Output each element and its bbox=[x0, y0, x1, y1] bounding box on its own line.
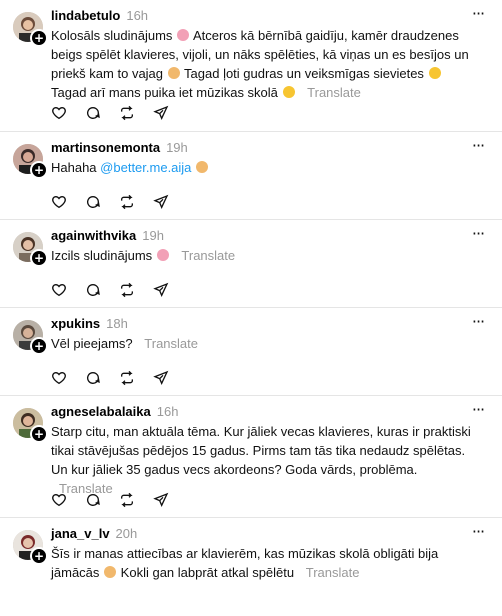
heart-icon[interactable] bbox=[51, 192, 85, 212]
repost-icon[interactable] bbox=[119, 280, 153, 300]
more-options-icon[interactable]: ··· bbox=[468, 226, 488, 244]
heart-icon[interactable] bbox=[51, 490, 85, 510]
comment-icon[interactable] bbox=[85, 103, 119, 123]
username[interactable]: jana_v_lv bbox=[51, 526, 110, 541]
avatar[interactable]: + bbox=[13, 232, 48, 267]
avatar[interactable]: + bbox=[13, 144, 48, 179]
post-text: Šīs ir manas attiecības ar klavierēm, ka… bbox=[51, 546, 439, 580]
post-header: lindabetulo 16h bbox=[51, 8, 148, 23]
reply-post: + xpukins 18h ··· Vēl pieejams? Translate bbox=[0, 308, 502, 396]
repost-icon[interactable] bbox=[119, 368, 153, 388]
repost-icon[interactable] bbox=[119, 103, 153, 123]
reply-post: + agneselabalaika 16h ··· Starp citu, man… bbox=[0, 396, 502, 518]
follow-plus-icon[interactable]: + bbox=[30, 29, 48, 47]
reply-post: + againwithvika 19h ··· Izcils sludinājum… bbox=[0, 220, 502, 308]
post-actions bbox=[51, 490, 187, 510]
repost-icon[interactable] bbox=[119, 490, 153, 510]
reply-post: + lindabetulo 16h ··· Kolosāls sludinājum… bbox=[0, 0, 502, 132]
send-icon[interactable] bbox=[153, 490, 187, 510]
post-actions bbox=[51, 280, 187, 300]
comment-icon[interactable] bbox=[85, 280, 119, 300]
grimacing-emoji-icon bbox=[104, 566, 117, 578]
timestamp[interactable]: 16h bbox=[157, 404, 179, 419]
follow-plus-icon[interactable]: + bbox=[30, 337, 48, 355]
username[interactable]: lindabetulo bbox=[51, 8, 120, 23]
post-actions bbox=[51, 192, 187, 212]
avatar[interactable]: + bbox=[13, 530, 48, 565]
timestamp[interactable]: 19h bbox=[142, 228, 164, 243]
post-actions bbox=[51, 368, 187, 388]
avatar[interactable]: + bbox=[13, 320, 48, 355]
send-icon[interactable] bbox=[153, 368, 187, 388]
post-header: againwithvika 19h bbox=[51, 228, 164, 243]
smiling-emoji-icon bbox=[428, 67, 441, 79]
follow-plus-icon[interactable]: + bbox=[30, 547, 48, 565]
send-icon[interactable] bbox=[153, 192, 187, 212]
smiling-emoji-icon bbox=[282, 86, 295, 98]
post-text: Kolosāls sludinājums Atceros kā bērnībā … bbox=[51, 28, 469, 100]
translate-link[interactable]: Translate bbox=[181, 248, 235, 263]
more-options-icon[interactable]: ··· bbox=[468, 138, 488, 156]
username[interactable]: xpukins bbox=[51, 316, 100, 331]
post-text: Izcils sludinājums Translate bbox=[51, 248, 236, 263]
post-header: xpukins 18h bbox=[51, 316, 128, 331]
mention-link[interactable]: @better.me.aija bbox=[100, 160, 191, 175]
heart-icon[interactable] bbox=[51, 368, 85, 388]
avatar[interactable]: + bbox=[13, 12, 48, 47]
username[interactable]: agneselabalaika bbox=[51, 404, 151, 419]
laughing-emoji-icon bbox=[177, 29, 190, 41]
grinning-emoji-icon bbox=[167, 67, 180, 79]
send-icon[interactable] bbox=[153, 280, 187, 300]
translate-link[interactable]: Translate bbox=[307, 85, 361, 100]
more-options-icon[interactable]: ··· bbox=[468, 402, 488, 420]
reply-post: + martinsonemonta 19h ··· Hahaha @better.… bbox=[0, 132, 502, 220]
timestamp[interactable]: 19h bbox=[166, 140, 188, 155]
timestamp[interactable]: 20h bbox=[116, 526, 138, 541]
repost-icon[interactable] bbox=[119, 192, 153, 212]
username[interactable]: againwithvika bbox=[51, 228, 136, 243]
translate-link[interactable]: Translate bbox=[144, 336, 198, 351]
comment-icon[interactable] bbox=[85, 192, 119, 212]
timestamp[interactable]: 16h bbox=[126, 8, 148, 23]
post-text: Vēl pieejams? Translate bbox=[51, 336, 198, 351]
replies-feed: + lindabetulo 16h ··· Kolosāls sludinājum… bbox=[0, 0, 502, 611]
timestamp[interactable]: 18h bbox=[106, 316, 128, 331]
post-header: martinsonemonta 19h bbox=[51, 140, 188, 155]
follow-plus-icon[interactable]: + bbox=[30, 161, 48, 179]
post-text: Hahaha @better.me.aija bbox=[51, 158, 480, 177]
reply-post: + jana_v_lv 20h ··· Šīs ir manas attiecīb… bbox=[0, 518, 502, 616]
heart-icon[interactable] bbox=[51, 280, 85, 300]
follow-plus-icon[interactable]: + bbox=[30, 425, 48, 443]
post-actions bbox=[51, 103, 187, 123]
username[interactable]: martinsonemonta bbox=[51, 140, 160, 155]
avatar[interactable]: + bbox=[13, 408, 48, 443]
more-options-icon[interactable]: ··· bbox=[468, 6, 488, 24]
post-header: agneselabalaika 16h bbox=[51, 404, 178, 419]
more-options-icon[interactable]: ··· bbox=[468, 524, 488, 542]
laughing-emoji-icon bbox=[196, 161, 209, 173]
post-header: jana_v_lv 20h bbox=[51, 526, 137, 541]
more-options-icon[interactable]: ··· bbox=[468, 314, 488, 332]
follow-plus-icon[interactable]: + bbox=[30, 249, 48, 267]
send-icon[interactable] bbox=[153, 103, 187, 123]
heart-icon[interactable] bbox=[51, 103, 85, 123]
comment-icon[interactable] bbox=[85, 490, 119, 510]
translate-link[interactable]: Translate bbox=[306, 565, 360, 580]
tongue-emoji-icon bbox=[156, 249, 169, 261]
post-text: Starp citu, man aktuāla tēma. Kur jāliek… bbox=[51, 424, 471, 496]
comment-icon[interactable] bbox=[85, 368, 119, 388]
